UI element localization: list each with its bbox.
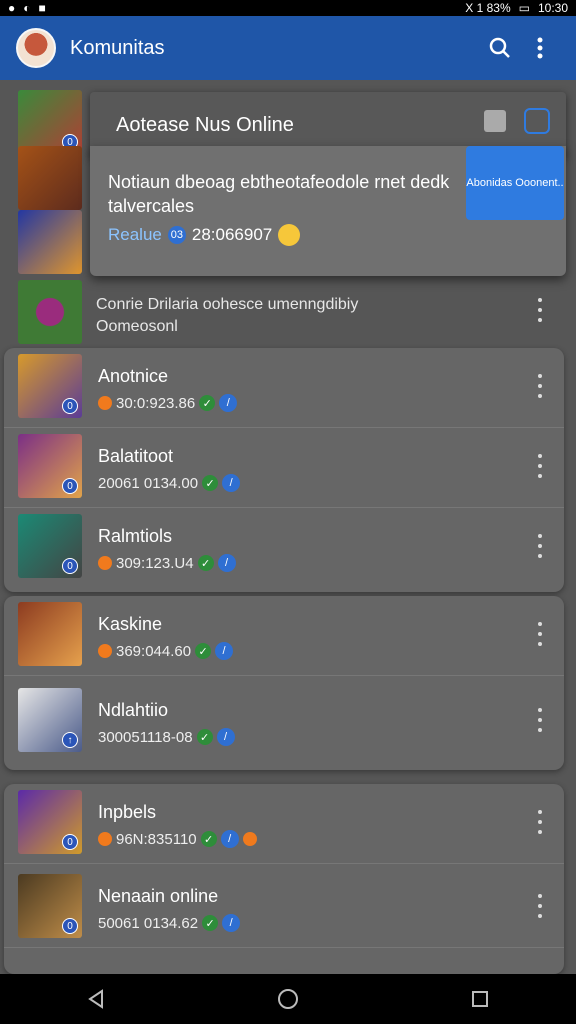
avatar: 0 [18,874,82,938]
game-thumb [18,280,82,344]
edit-icon[interactable]: / [220,830,239,848]
item-name: Ralmtiols [98,526,173,546]
game-thumb [18,210,82,274]
avatar: 0 [18,354,82,418]
check-icon: ✓ [195,643,212,659]
popup-action-button[interactable]: Abonidas Ooonent.. [466,146,564,220]
whatsapp-icon: ◐ [23,1,31,15]
item-meta: 96N:835110 ✓ / [98,830,257,848]
flame-icon [98,644,112,658]
item-meta: 309:123.U4 ✓ / [98,554,236,572]
avatar: 0 [18,514,82,578]
item-meta: 20061 0134.00 ✓ / [98,474,241,492]
popup-description: Notiaun dbeoag ebtheotafeodole rnet dedk… [108,172,450,216]
edit-icon[interactable]: / [222,474,241,492]
more-vertical-icon[interactable] [520,28,560,68]
item-name: Ndlahtiio [98,700,169,720]
flame-icon [98,396,112,410]
item-name: Nenaain online [98,886,219,906]
list-card: 0 Inpbels 96N:835110 ✓ / 0 Nenaain onlin… [4,784,564,974]
check-icon: ✓ [200,831,217,847]
shield-icon[interactable] [524,108,550,134]
avatar: ↑ [18,688,82,752]
avatar [18,602,82,666]
recents-icon[interactable] [465,984,495,1014]
list-item[interactable]: Kaskine 369:044.60 ✓ / [4,596,564,676]
edit-icon[interactable]: / [219,394,238,412]
item-menu[interactable] [530,370,550,402]
bg-item-menu[interactable] [530,294,550,326]
app-avatar[interactable] [16,28,56,68]
list-item[interactable]: 0 Balatitoot 20061 0134.00 ✓ / [4,428,564,508]
home-icon[interactable] [273,984,303,1014]
item-name: Balatitoot [98,446,174,466]
notification-icon: ● [8,1,16,15]
popup-status-code: 03 [167,226,186,244]
list-item[interactable]: ↑ Ndlahtiio 300051118-08 ✓ / [4,682,564,762]
content-area: 0 Conrie Drilaria oohesce umenngdibiy Oo… [0,80,576,974]
check-icon: ✓ [196,729,213,745]
edit-icon[interactable]: / [216,728,235,746]
app-bar: Komunitas [0,16,576,80]
item-menu[interactable] [530,618,550,650]
list-item[interactable]: 0 Inpbels 96N:835110 ✓ / [4,784,564,864]
avatar: 0 [18,790,82,854]
avatar: 0 [18,434,82,498]
item-name: Kaskine [98,614,163,634]
game-thumb [18,146,82,210]
item-menu[interactable] [530,704,550,736]
list-item[interactable]: 0 Anotnice 30:0:923.86 ✓ / [4,348,564,428]
item-menu[interactable] [530,890,550,922]
list-item[interactable]: 0 Nenaain online 50061 0134.62 ✓ / [4,868,564,948]
check-icon: ✓ [202,475,219,491]
popup-status-value: 28:066907 [191,225,273,244]
item-menu[interactable] [530,806,550,838]
list-item[interactable]: 0 Ralmtiols 309:123.U4 ✓ / [4,508,564,588]
list-card: Kaskine 369:044.60 ✓ / ↑ Ndlahtiio 30005… [4,596,564,770]
item-meta: 369:044.60 ✓ / [98,642,234,660]
app-title: Komunitas [70,36,165,59]
system-navigation [0,974,576,1024]
item-meta: 300051118-08 ✓ / [98,728,235,746]
popup-title: Aotease Nus Online [116,114,294,136]
clock: 10:30 [537,1,568,15]
edit-icon[interactable]: / [222,914,241,932]
puzzle-icon[interactable] [484,110,506,132]
popup-status: Realue 03 28:066907 [108,224,301,246]
status-bar: ● ◐ ■ X 1 83% ▭ 10:30 [0,0,576,16]
item-name: Anotnice [98,366,169,386]
popup-status-link[interactable]: Realue [108,225,162,245]
edit-icon[interactable]: / [215,642,234,660]
item-meta: 30:0:923.86 ✓ / [98,394,238,412]
fire-icon [242,832,257,846]
flame-icon [98,556,112,570]
popup-card: Notiaun dbeoag ebtheotafeodole rnet dedk… [90,146,566,276]
item-name: Inpbels [98,802,157,822]
check-icon: ✓ [202,915,219,931]
flame-icon [98,832,112,846]
status-right-text: X 1 83% [465,1,511,15]
edit-icon[interactable]: / [217,554,236,572]
item-menu[interactable] [530,530,550,562]
bg-item-text: Conrie Drilaria oohesce umenngdibiy Oome… [96,296,359,335]
check-icon: ✓ [199,395,216,411]
battery-icon: ▭ [518,1,530,15]
item-meta: 50061 0134.62 ✓ / [98,914,241,932]
check-icon: ✓ [197,555,214,571]
app-icon: ■ [38,1,46,15]
search-icon[interactable] [480,28,520,68]
list-card: 0 Anotnice 30:0:923.86 ✓ / 0 Balatitoot … [4,348,564,592]
back-icon[interactable] [81,984,111,1014]
emoji-icon [278,224,301,246]
item-menu[interactable] [530,450,550,482]
